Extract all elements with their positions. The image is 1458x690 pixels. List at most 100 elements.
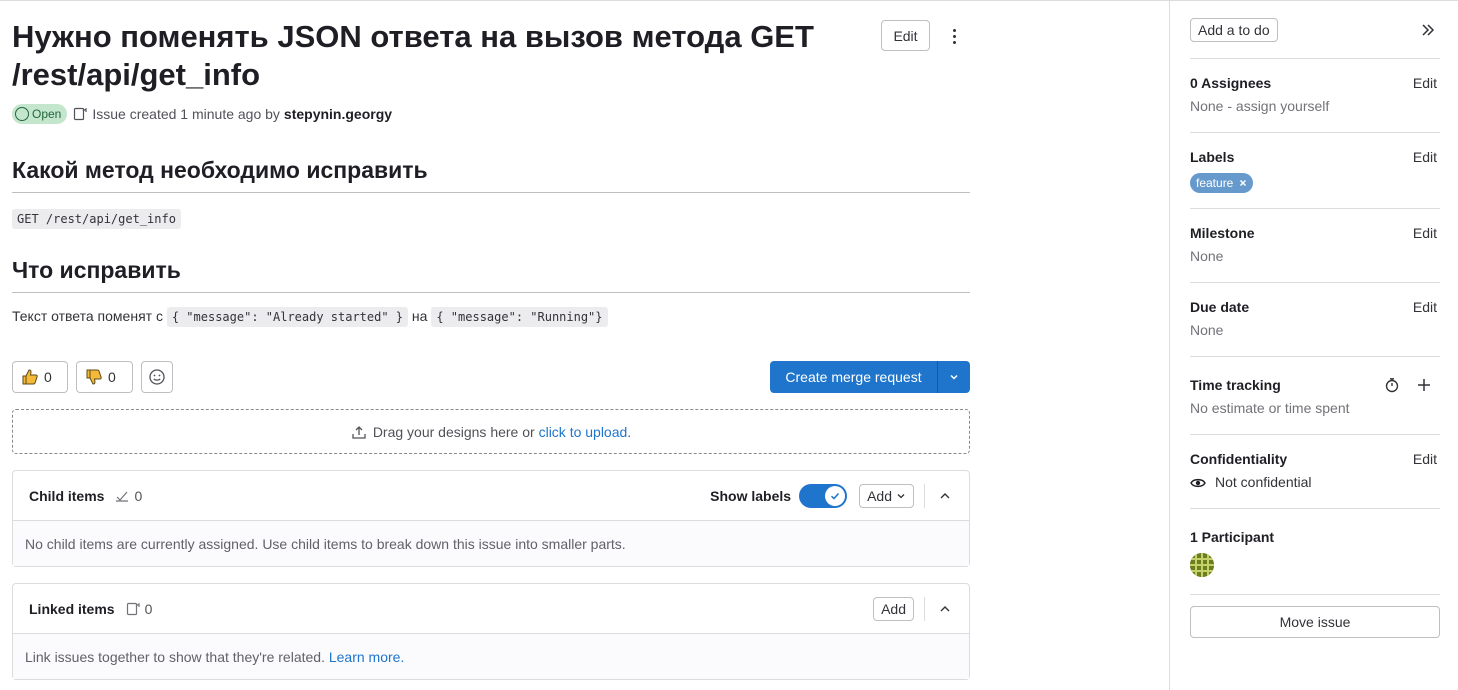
move-issue-button[interactable]: Move issue — [1190, 606, 1440, 638]
para-text-1: Текст ответа поменят с — [12, 308, 163, 324]
label-feature[interactable]: feature — [1190, 173, 1254, 193]
child-items-add-button[interactable]: Add — [859, 484, 914, 508]
linked-items-count-value: 0 — [144, 600, 153, 617]
more-actions-icon[interactable] — [944, 22, 964, 50]
smiley-icon — [149, 369, 165, 385]
divider — [924, 597, 925, 621]
linked-items-count: 0 — [125, 600, 153, 617]
thumbs-down-icon — [86, 369, 102, 385]
thumbs-down-button[interactable]: 0 — [76, 361, 133, 393]
divider — [924, 484, 925, 508]
linked-items-add-button[interactable]: Add — [873, 597, 914, 621]
edit-title-button[interactable]: Edit — [881, 20, 930, 51]
author-link[interactable]: stepynin.georgy — [284, 106, 392, 122]
para-code-2: { "message": "Running"} — [431, 307, 608, 327]
plus-icon[interactable] — [1416, 377, 1432, 393]
issue-sidebar: Add a to do 0 Assignees Edit None - assi… — [1169, 0, 1458, 690]
chevron-down-icon — [897, 494, 905, 499]
assignees-edit-button[interactable]: Edit — [1413, 75, 1437, 91]
show-labels-toggle[interactable] — [799, 484, 848, 508]
linked-items-title: Linked items — [29, 600, 115, 617]
linked-items-card: Linked items 0 Add Link issues together … — [12, 583, 970, 680]
label-text: feature — [1196, 176, 1234, 190]
participant-avatar[interactable] — [1190, 553, 1214, 577]
child-items-title: Child items — [29, 487, 105, 504]
labels-section: Labels Edit feature — [1190, 132, 1440, 208]
learn-more-link[interactable]: Learn more. — [329, 649, 404, 665]
upload-text-label: Drag your designs here or — [372, 423, 535, 440]
thumbs-up-button[interactable]: 0 — [12, 361, 68, 393]
click-to-upload-link[interactable]: click to upload — [539, 424, 628, 440]
stopwatch-icon[interactable] — [1384, 377, 1400, 393]
child-items-tools: Show labels Add — [710, 471, 955, 521]
close-icon[interactable] — [1239, 179, 1247, 187]
thumbs-up-count: 0 — [44, 369, 52, 385]
due-date-section: Due date Edit None — [1190, 282, 1440, 356]
divider — [1190, 594, 1440, 595]
issue-open-icon — [15, 107, 29, 121]
labels-title: Labels — [1190, 149, 1235, 165]
upload-text-end: . — [627, 423, 632, 440]
time-tracking-value: No estimate or time spent — [1190, 400, 1350, 416]
assignees-section: 0 Assignees Edit None - assign yourself — [1190, 58, 1440, 132]
thumbs-down-count: 0 — [108, 369, 116, 385]
add-todo-button[interactable]: Add a to do — [1190, 18, 1278, 42]
child-items-count: 0 — [114, 488, 142, 504]
design-upload-dropzone[interactable]: Drag your designs here or click to uploa… — [12, 409, 970, 454]
chevron-down-icon[interactable] — [938, 361, 970, 393]
child-items-count-value: 0 — [134, 487, 143, 504]
linked-items-empty-text: Link issues together to show that they'r… — [25, 648, 325, 665]
create-merge-request-split-button[interactable]: Create merge request — [770, 361, 970, 393]
issue-title: Нужно поменять JSON ответа на вызов мето… — [12, 19, 814, 92]
add-reaction-button[interactable] — [141, 361, 173, 393]
linked-items-tools: Add — [873, 584, 955, 634]
milestone-edit-button[interactable]: Edit — [1413, 225, 1437, 241]
check-icon — [825, 486, 846, 506]
linked-items-empty-state: Link issues together to show that they'r… — [13, 634, 969, 679]
status-label: Open — [32, 107, 62, 121]
confidentiality-title: Confidentiality — [1190, 451, 1288, 467]
child-items-add-label: Add — [867, 488, 892, 504]
participants-title: 1 Participant — [1190, 529, 1275, 545]
time-tracking-section: Time tracking No estimate or time spent — [1190, 356, 1440, 434]
confidentiality-edit-button[interactable]: Edit — [1413, 451, 1437, 467]
para-text-2: на — [411, 308, 428, 324]
show-labels-label: Show labels — [710, 488, 792, 504]
chevron-up-icon[interactable] — [935, 599, 955, 619]
description-paragraph: Текст ответа поменят с { "message": "Alr… — [12, 307, 608, 327]
created-text: Issue created 1 minute ago by — [92, 106, 280, 122]
due-date-title: Due date — [1190, 299, 1250, 315]
milestone-value: None — [1190, 248, 1224, 264]
due-date-value: None — [1190, 322, 1224, 338]
issue-type-icon — [126, 602, 140, 615]
eye-icon — [1190, 478, 1206, 488]
confidentiality-value: Not confidential — [1215, 474, 1312, 490]
status-badge: Open — [12, 104, 68, 124]
confidentiality-section: Confidentiality Edit Not confidential — [1190, 434, 1440, 508]
time-tracking-title: Time tracking — [1190, 377, 1281, 393]
collapse-sidebar-icon[interactable] — [1418, 20, 1438, 40]
child-items-icon — [116, 491, 129, 502]
para-code-1: { "message": "Already started" } — [166, 307, 409, 327]
chevron-up-icon[interactable] — [935, 486, 955, 506]
milestone-section: Milestone Edit None — [1190, 208, 1440, 282]
upload-icon — [352, 425, 366, 439]
description-heading-2: Что исправить — [12, 256, 970, 293]
milestone-title: Milestone — [1190, 225, 1255, 241]
child-items-empty-state: No child items are currently assigned. U… — [13, 521, 969, 566]
child-items-header: Child items 0 Show labels Add — [13, 471, 969, 521]
assignees-title: 0 Assignees — [1190, 75, 1272, 91]
issue-type-icon — [74, 107, 87, 121]
participants-section: 1 Participant — [1190, 508, 1440, 594]
description-heading-1: Какой метод необходимо исправить — [12, 156, 970, 193]
child-items-card: Child items 0 Show labels Add No child i… — [12, 470, 970, 567]
due-date-edit-button[interactable]: Edit — [1413, 299, 1437, 315]
issue-meta: Open Issue created 1 minute ago by stepy… — [12, 103, 392, 125]
create-merge-request-button[interactable]: Create merge request — [770, 361, 938, 393]
assign-yourself-link[interactable]: None - assign yourself — [1190, 98, 1329, 114]
linked-items-header: Linked items 0 Add — [13, 584, 969, 634]
code-snippet: GET /rest/api/get_info — [12, 209, 181, 229]
thumbs-up-icon — [22, 369, 38, 385]
labels-edit-button[interactable]: Edit — [1413, 149, 1437, 165]
upload-text: Drag your designs here or click to uploa… — [373, 424, 631, 440]
